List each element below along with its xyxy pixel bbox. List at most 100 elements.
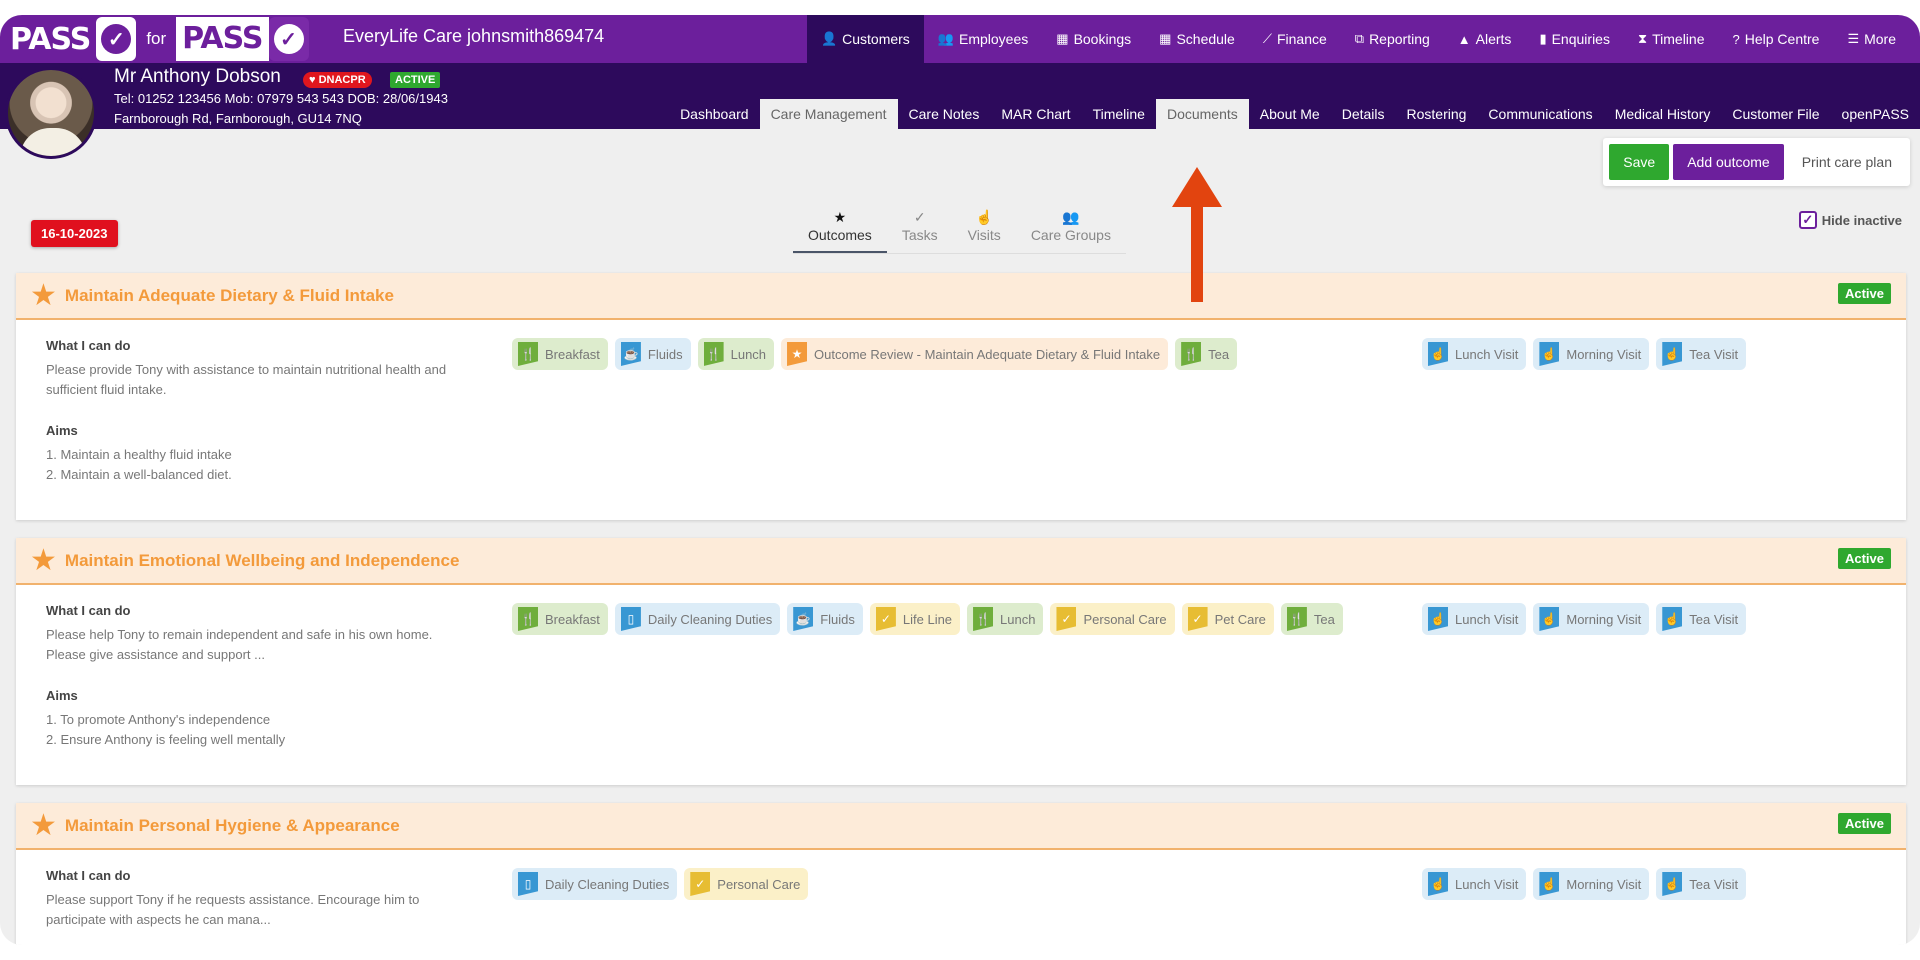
print-care-plan-button[interactable]: Print care plan xyxy=(1787,144,1906,180)
top-nav-employees[interactable]: 👥 Employees xyxy=(924,15,1042,63)
dnacpr-label: DNACPR xyxy=(318,74,366,86)
tab-documents[interactable]: Documents xyxy=(1155,99,1249,129)
check-circle-icon: ✓ xyxy=(96,17,137,61)
outcome-card: ★ Maintain Adequate Dietary & Fluid Intak… xyxy=(16,273,1906,520)
checkbox[interactable]: ✓ xyxy=(1798,211,1817,229)
cutlery-icon: 🍴 xyxy=(518,607,538,631)
tab-rostering[interactable]: Rostering xyxy=(1396,99,1478,129)
heart-icon: ♥ xyxy=(309,74,316,86)
task-chip[interactable]: ✓ Personal Care xyxy=(684,868,809,900)
cutlery-icon: 🍴 xyxy=(1181,342,1202,366)
tab-tasks[interactable]: ✓ Tasks xyxy=(887,205,953,253)
tab-openpass[interactable]: openPASS xyxy=(1831,99,1920,129)
top-nav-help-centre[interactable]: ? Help Centre xyxy=(1719,15,1834,63)
tab-medical-history[interactable]: Medical History xyxy=(1604,99,1722,129)
visit-chip[interactable]: ☝ Morning Visit xyxy=(1533,603,1650,635)
task-chip[interactable]: 🍴 Lunch xyxy=(967,603,1044,635)
tab-dashboard[interactable]: Dashboard xyxy=(669,99,760,129)
users-icon: 👥 xyxy=(937,31,954,46)
patient-name: Mr Anthony Dobson xyxy=(114,66,281,87)
top-nav-alerts[interactable]: ▲ Alerts xyxy=(1444,15,1526,63)
top-nav-more[interactable]: ☰ More xyxy=(1833,15,1910,63)
top-nav: 👤 Customers 👥 Employees ▦ Bookings ▦ Schedule ⟋ F… xyxy=(806,15,1910,63)
user-icon: 👤 xyxy=(820,31,838,46)
hide-inactive-toggle[interactable]: ✓ Hide inactive xyxy=(1798,211,1902,229)
hand-pointer-icon: ☝ xyxy=(1662,872,1683,896)
hand-pointer-icon: ☝ xyxy=(1662,342,1683,366)
task-chip[interactable]: 🍴 Breakfast xyxy=(512,338,608,370)
star-icon: ★ xyxy=(787,342,808,366)
task-chips: 🍴 Breakfast ▯ Daily Cleaning Duties ☕ Fluids ✓… xyxy=(512,603,1343,635)
task-label: Fluids xyxy=(820,611,855,627)
outcome-description: What I can do Please provide Tony with as… xyxy=(46,338,466,485)
cutlery-icon: 🍴 xyxy=(518,342,538,366)
aims-heading: Aims xyxy=(46,688,78,703)
task-chip[interactable]: ✓ Life Line xyxy=(869,603,961,635)
visit-chip[interactable]: ☝ Tea Visit xyxy=(1656,338,1747,370)
task-chip[interactable]: 🍴 Breakfast xyxy=(512,603,608,635)
task-label: Breakfast xyxy=(545,611,600,627)
tab-label: Outcomes xyxy=(808,227,872,243)
task-label: Outcome Review - Maintain Adequate Dieta… xyxy=(814,346,1161,362)
save-button[interactable]: Save xyxy=(1609,144,1670,180)
task-chip[interactable]: ✓ Personal Care xyxy=(1050,603,1175,635)
top-nav-finance[interactable]: ⟋ Finance xyxy=(1249,15,1341,63)
what-i-can-do-text: Please help Tony to remain independent a… xyxy=(46,627,433,662)
top-nav-customers[interactable]: 👤 Customers xyxy=(806,15,924,63)
tab-care-notes[interactable]: Care Notes xyxy=(898,99,991,129)
tab-label: Care Groups xyxy=(1030,227,1111,243)
visit-chip[interactable]: ☝ Tea Visit xyxy=(1656,603,1747,635)
patient-avatar[interactable] xyxy=(5,67,97,159)
task-chip[interactable]: 🍴 Tea xyxy=(1175,338,1238,370)
visit-label: Lunch Visit xyxy=(1455,346,1519,362)
tab-communications[interactable]: Communications xyxy=(1477,99,1603,129)
aims-heading: Aims xyxy=(46,423,78,438)
outcome-header[interactable]: ★ Maintain Emotional Wellbeing and Indepe… xyxy=(16,538,1906,585)
outcome-header[interactable]: ★ Maintain Adequate Dietary & Fluid Intak… xyxy=(16,273,1906,320)
top-nav-timeline[interactable]: ⧗ Timeline xyxy=(1624,15,1719,63)
task-chip[interactable]: 🍴 Lunch xyxy=(697,338,775,370)
task-chip[interactable]: ★ Outcome Review - Maintain Adequate Diet… xyxy=(781,338,1169,370)
tab-about-me[interactable]: About Me xyxy=(1249,99,1331,129)
task-chip[interactable]: 🍴 Tea xyxy=(1280,603,1343,635)
hand-pointer-icon: ☝ xyxy=(1428,342,1448,366)
pass-for-pass-logo[interactable]: PASS ✓ for PASS ✓ xyxy=(10,17,309,61)
menu-icon: ☰ xyxy=(1847,31,1860,46)
top-nav-label: Bookings xyxy=(1073,31,1132,47)
visit-chips: ☝ Lunch Visit ☝ Morning Visit ☝ Tea Visit xyxy=(1422,868,1747,900)
top-nav-reporting[interactable]: ⧉ Reporting xyxy=(1341,15,1444,63)
status-badge: Active xyxy=(1837,283,1891,304)
visit-chip[interactable]: ☝ Morning Visit xyxy=(1533,868,1650,900)
task-chip[interactable]: ▯ Daily Cleaning Duties xyxy=(512,868,678,900)
annotation-arrow-icon xyxy=(1172,167,1222,302)
task-chip[interactable]: ▯ Daily Cleaning Duties xyxy=(614,603,781,635)
tab-details[interactable]: Details xyxy=(1331,99,1396,129)
file-icon: ▮ xyxy=(1539,31,1547,46)
task-label: Personal Care xyxy=(1083,611,1167,627)
tab-care-groups[interactable]: 👥 Care Groups xyxy=(1016,205,1126,253)
visit-chip[interactable]: ☝ Lunch Visit xyxy=(1422,868,1527,900)
tab-visits[interactable]: ☝ Visits xyxy=(953,205,1016,253)
top-nav-schedule[interactable]: ▦ Schedule xyxy=(1145,15,1249,63)
top-nav-enquiries[interactable]: ▮ Enquiries xyxy=(1525,15,1624,63)
patient-contact: Tel: 01252 123456 Mob: 07979 543 543 DOB… xyxy=(114,91,448,106)
visit-chip[interactable]: ☝ Lunch Visit xyxy=(1422,338,1527,370)
outcome-header[interactable]: ★ Maintain Personal Hygiene & Appearance A… xyxy=(16,803,1906,850)
top-nav-label: Help Centre xyxy=(1744,31,1820,47)
outcome-body: What I can do Please help Tony to remain … xyxy=(16,585,1906,768)
tab-mar-chart[interactable]: MAR Chart xyxy=(990,99,1081,129)
task-chip[interactable]: ☕ Fluids xyxy=(787,603,863,635)
tab-timeline[interactable]: Timeline xyxy=(1082,99,1156,129)
top-nav-label: Alerts xyxy=(1475,31,1512,47)
tab-outcomes[interactable]: ★ Outcomes xyxy=(793,205,887,253)
add-outcome-button[interactable]: Add outcome xyxy=(1673,144,1784,180)
top-nav-bookings[interactable]: ▦ Bookings xyxy=(1042,15,1145,63)
outcome-title: Maintain Adequate Dietary & Fluid Intake xyxy=(64,285,394,305)
task-chip[interactable]: ✓ Pet Care xyxy=(1181,603,1274,635)
visit-chip[interactable]: ☝ Lunch Visit xyxy=(1422,603,1527,635)
tab-customer-file[interactable]: Customer File xyxy=(1721,99,1830,129)
tab-care-management[interactable]: Care Management xyxy=(759,99,898,129)
visit-chip[interactable]: ☝ Morning Visit xyxy=(1533,338,1650,370)
visit-chip[interactable]: ☝ Tea Visit xyxy=(1656,868,1747,900)
task-chip[interactable]: ☕ Fluids xyxy=(614,338,691,370)
